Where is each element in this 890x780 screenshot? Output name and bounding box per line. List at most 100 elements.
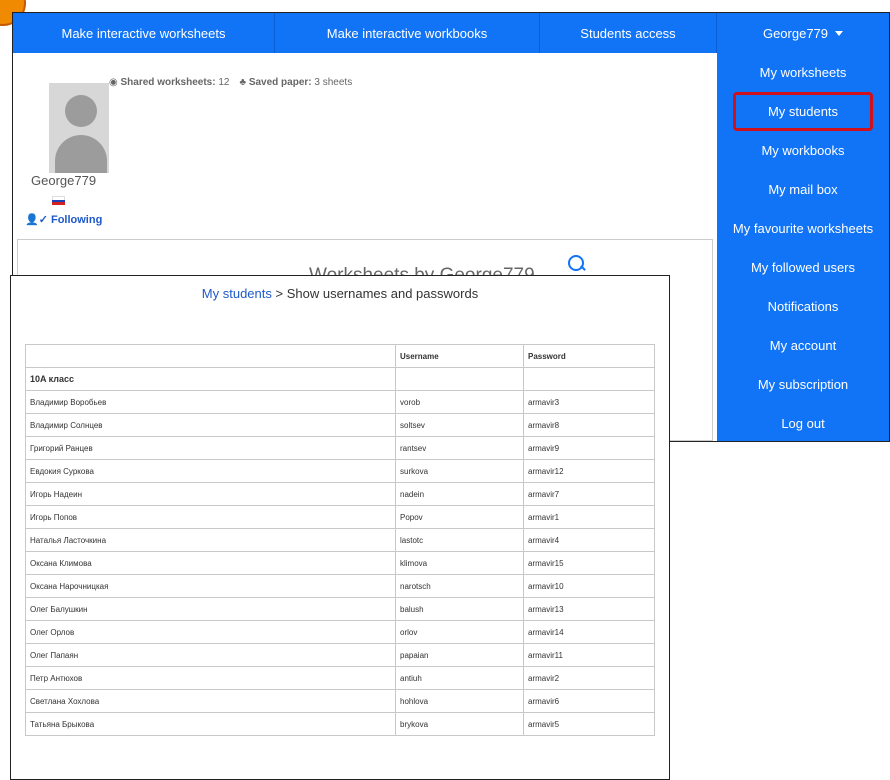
menu-log-out[interactable]: Log out [717, 404, 889, 441]
table-row: Олег Балушкин balush armavir13 [25, 597, 655, 621]
share-icon: ◉ [109, 77, 118, 88]
student-name: Олег Балушкин [25, 597, 396, 621]
shared-worksheets-stat: ◉ Shared worksheets: 12 [109, 77, 229, 88]
table-row: Владимир Солнцев soltsev armavir8 [25, 413, 655, 437]
table-row: Игорь Попов Popov armavir1 [25, 505, 655, 529]
student-password: armavir11 [523, 643, 655, 667]
menu-my-worksheets[interactable]: My worksheets [717, 53, 889, 92]
shared-label: Shared worksheets: [120, 77, 216, 88]
student-password: armavir8 [523, 413, 655, 437]
search-icon[interactable] [568, 255, 584, 271]
student-password: armavir6 [523, 689, 655, 713]
table-row: Петр Антюхов antiuh armavir2 [25, 666, 655, 690]
student-name: Евдокия Суркова [25, 459, 396, 483]
saved-label: Saved paper: [248, 77, 312, 88]
user-check-icon: 👤✓ [25, 214, 48, 226]
menu-my-mail-box[interactable]: My mail box [717, 170, 889, 209]
student-name: Олег Папаян [25, 643, 396, 667]
header-password: Password [523, 344, 655, 368]
breadcrumb-current: > Show usernames and passwords [271, 286, 479, 301]
students-table: Username Password 10A класс Владимир Вор… [25, 344, 655, 736]
student-name: Игорь Надеин [25, 482, 396, 506]
avatar [49, 83, 109, 173]
user-dropdown-menu: My worksheets My students My workbooks M… [717, 53, 889, 441]
table-row: Игорь Надеин nadein armavir7 [25, 482, 655, 506]
student-password: armavir4 [523, 528, 655, 552]
student-password: armavir2 [523, 666, 655, 690]
student-name: Оксана Климова [25, 551, 396, 575]
menu-my-account[interactable]: My account [717, 326, 889, 365]
table-row: Евдокия Суркова surkova armavir12 [25, 459, 655, 483]
student-password: armavir1 [523, 505, 655, 529]
student-name: Григорий Ранцев [25, 436, 396, 460]
table-row: Наталья Ласточкина lastotc armavir4 [25, 528, 655, 552]
profile-stats: ◉ Shared worksheets: 12 ♣ Saved paper: 3… [109, 77, 352, 88]
menu-my-followed-users[interactable]: My followed users [717, 248, 889, 287]
student-username: hohlova [395, 689, 524, 713]
group-empty-cell [395, 367, 524, 391]
student-username: surkova [395, 459, 524, 483]
following-label: Following [50, 214, 103, 226]
student-username: nadein [395, 482, 524, 506]
table-row: Олег Орлов orlov armavir14 [25, 620, 655, 644]
student-password: armavir5 [523, 712, 655, 736]
header-username: Username [395, 344, 524, 368]
student-username: klimova [395, 551, 524, 575]
student-password: armavir13 [523, 597, 655, 621]
user-dropdown-toggle[interactable]: George779 [717, 13, 889, 53]
table-row: Татьяна Брыкова brykova armavir5 [25, 712, 655, 736]
table-row: Олег Папаян papaian armavir11 [25, 643, 655, 667]
breadcrumb-my-students-link[interactable]: My students [202, 286, 272, 301]
student-name: Светлана Хохлова [25, 689, 396, 713]
student-password: armavir15 [523, 551, 655, 575]
nav-students-access[interactable]: Students access [540, 13, 717, 53]
table-header-row: Username Password [25, 344, 655, 368]
student-username: vorob [395, 390, 524, 414]
student-password: armavir10 [523, 574, 655, 598]
student-username: narotsch [395, 574, 524, 598]
table-row: Светлана Хохлова hohlova armavir6 [25, 689, 655, 713]
student-name: Оксана Нарочницкая [25, 574, 396, 598]
menu-my-favourite-worksheets[interactable]: My favourite worksheets [717, 209, 889, 248]
table-row: Григорий Ранцев rantsev armavir9 [25, 436, 655, 460]
saved-paper-stat: ♣ Saved paper: 3 sheets [239, 77, 352, 88]
user-dropdown-label: George779 [762, 25, 829, 41]
student-username: lastotc [395, 528, 524, 552]
student-name: Владимир Воробьев [25, 390, 396, 414]
student-username: orlov [395, 620, 524, 644]
student-password: armavir12 [523, 459, 655, 483]
student-name: Наталья Ласточкина [25, 528, 396, 552]
table-row: Владимир Воробьев vorob armavir3 [25, 390, 655, 414]
student-username: Popov [395, 505, 524, 529]
student-username: soltsev [395, 413, 524, 437]
menu-my-workbooks[interactable]: My workbooks [717, 131, 889, 170]
table-row: Оксана Нарочницкая narotsch armavir10 [25, 574, 655, 598]
menu-notifications[interactable]: Notifications [717, 287, 889, 326]
breadcrumb: My students > Show usernames and passwor… [11, 286, 669, 301]
student-name: Татьяна Брыкова [25, 712, 396, 736]
menu-my-subscription[interactable]: My subscription [717, 365, 889, 404]
menu-my-students[interactable]: My students [733, 92, 873, 131]
student-name: Владимир Солнцев [25, 413, 396, 437]
student-password: armavir3 [523, 390, 655, 414]
profile-username: George779 [31, 173, 97, 188]
student-username: balush [395, 597, 524, 621]
student-name: Петр Антюхов [25, 666, 396, 690]
student-username: papaian [395, 643, 524, 667]
students-window: My students > Show usernames and passwor… [10, 275, 670, 780]
shared-value: 12 [218, 77, 230, 88]
student-name: Олег Орлов [25, 620, 396, 644]
flag-icon [52, 196, 65, 206]
nav-make-workbooks[interactable]: Make interactive workbooks [275, 13, 540, 53]
student-username: rantsev [395, 436, 524, 460]
tree-icon: ♣ [239, 77, 247, 88]
nav-make-worksheets[interactable]: Make interactive worksheets [13, 13, 275, 53]
chevron-down-icon [835, 30, 844, 36]
student-username: antiuh [395, 666, 524, 690]
table-row: Оксана Климова klimova armavir15 [25, 551, 655, 575]
student-username: brykova [395, 712, 524, 736]
group-empty-cell [523, 367, 655, 391]
header-name [25, 344, 396, 368]
following-button[interactable]: 👤✓ Following [25, 213, 102, 226]
student-name: Игорь Попов [25, 505, 396, 529]
